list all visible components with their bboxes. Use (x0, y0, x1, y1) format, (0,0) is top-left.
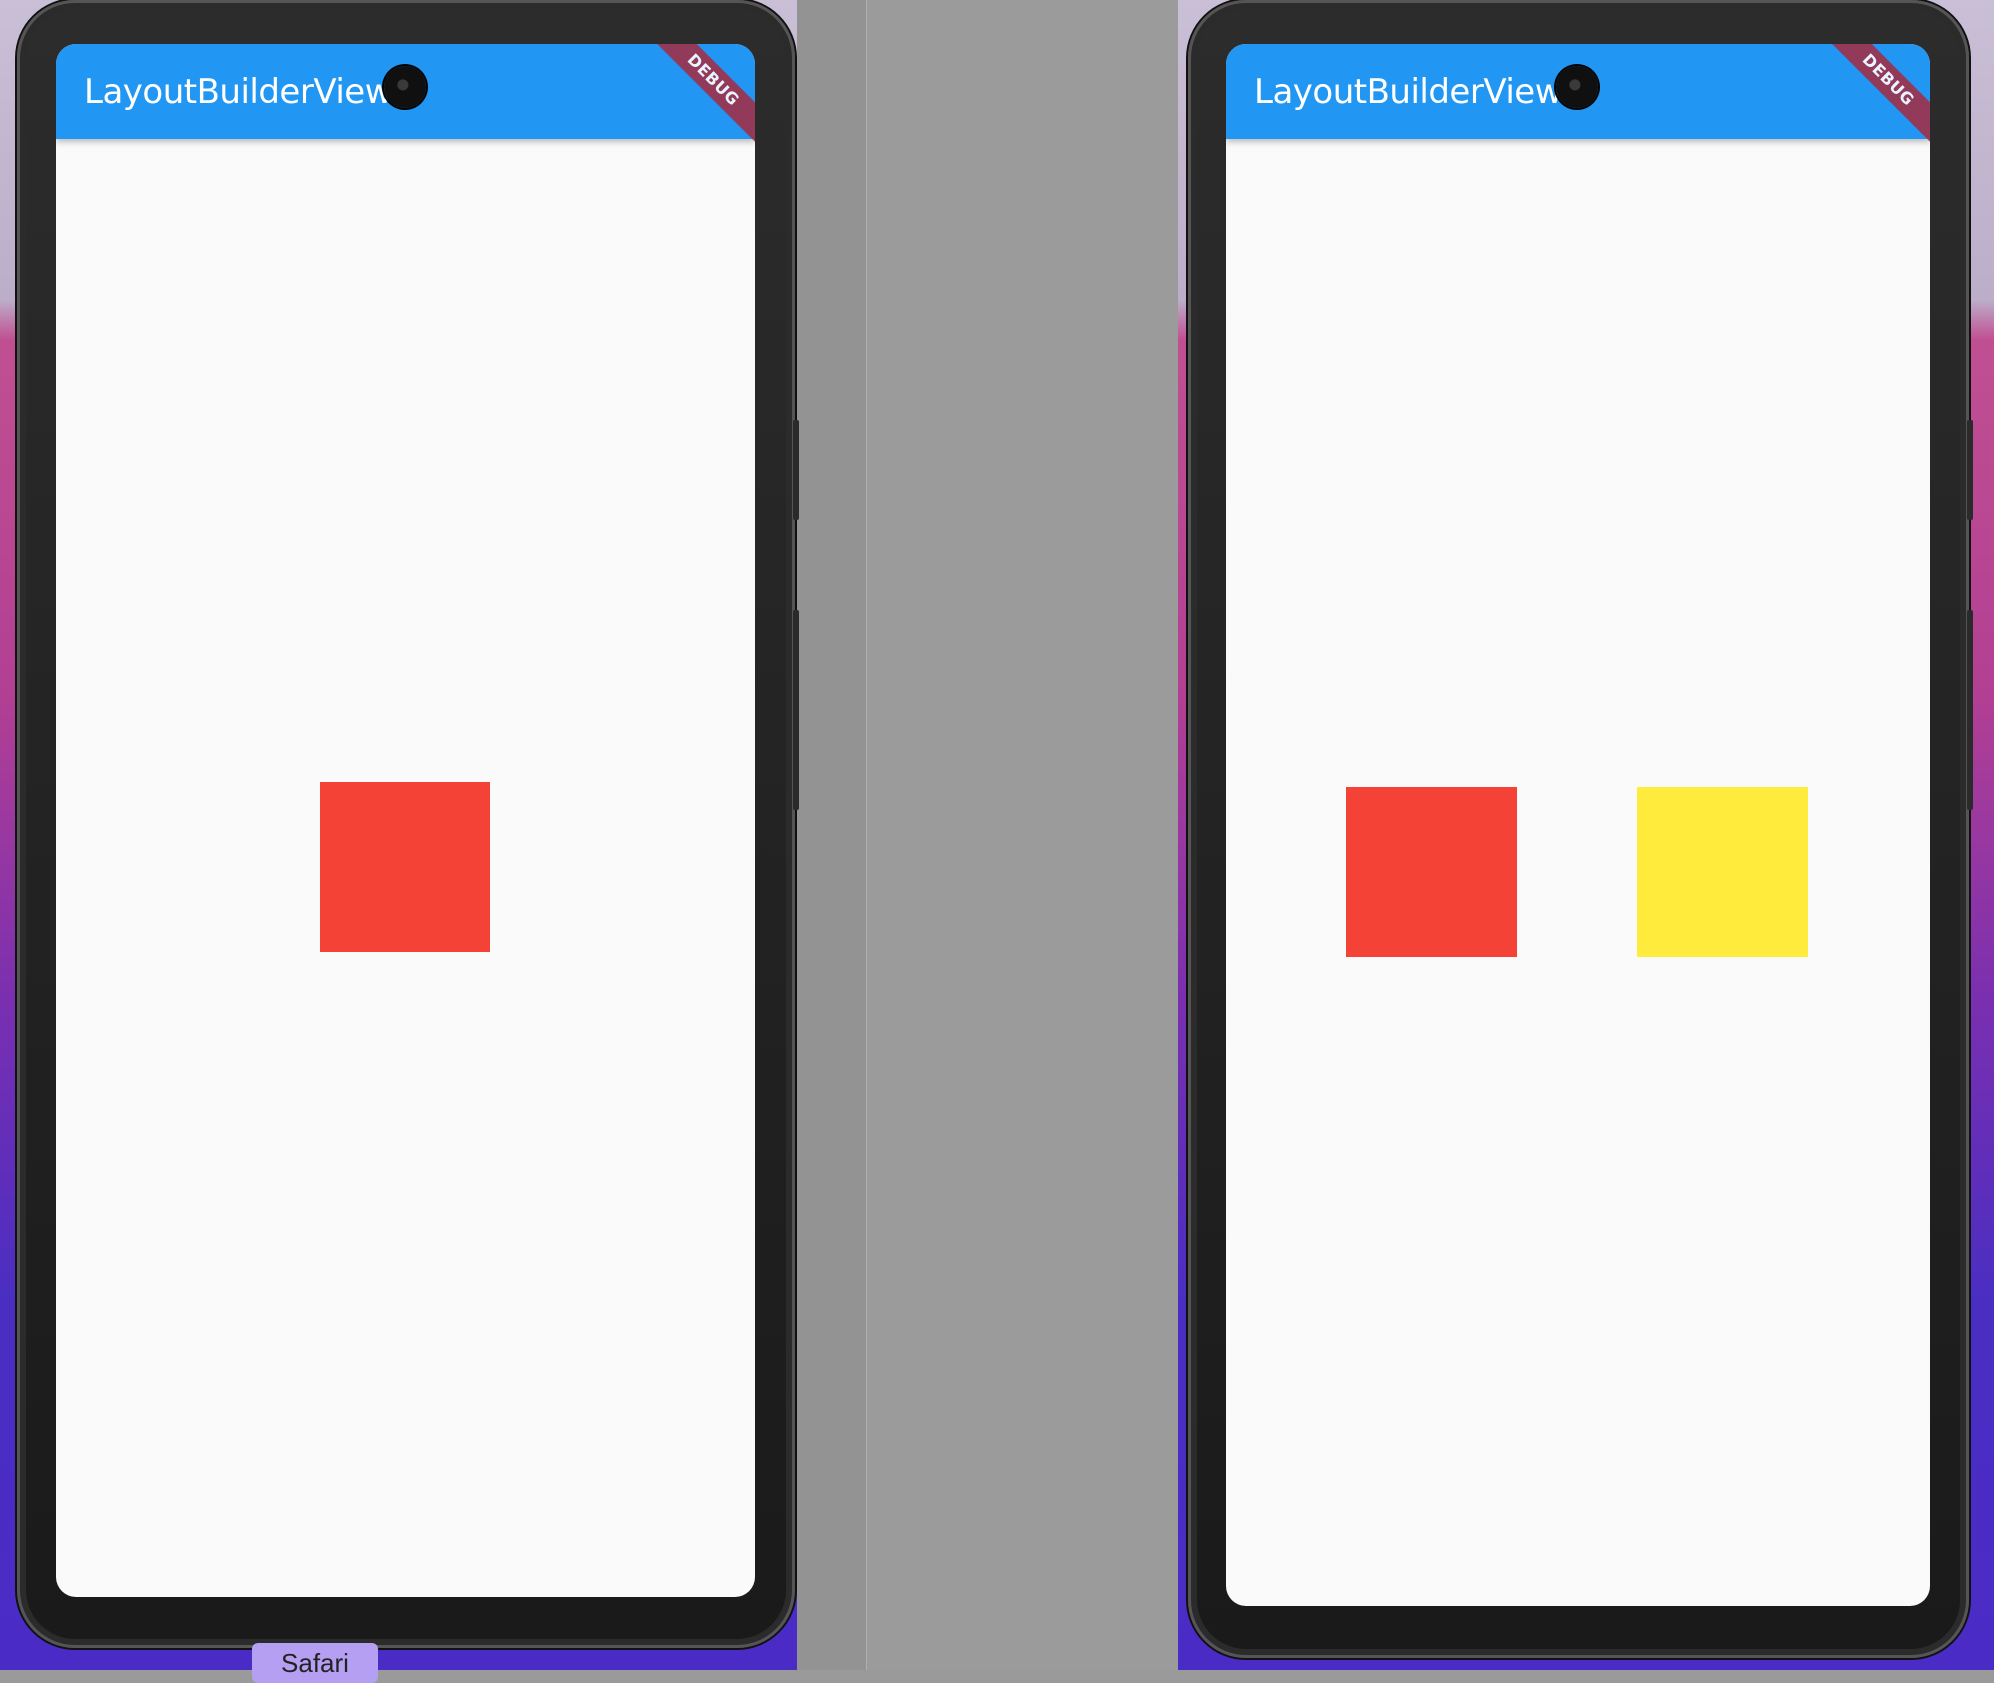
background-window-panel (866, 0, 1179, 1670)
power-button[interactable] (1967, 420, 1973, 520)
emulator-phone-1: LayoutBuilderView DEBUG (17, 0, 799, 1648)
front-camera-icon (384, 66, 426, 108)
dock-tooltip-safari[interactable]: Safari (252, 1643, 378, 1683)
app-bar-title: LayoutBuilderView (1254, 72, 1563, 112)
power-button[interactable] (793, 420, 799, 520)
debug-banner: DEBUG (1821, 44, 1930, 147)
phone-2-screen: LayoutBuilderView DEBUG (1226, 44, 1930, 1606)
yellow-box (1637, 787, 1808, 957)
emulator-phone-2: LayoutBuilderView DEBUG (1188, 0, 1973, 1658)
volume-button[interactable] (793, 610, 799, 810)
front-camera-icon (1556, 66, 1598, 108)
red-box (320, 782, 490, 952)
phone-1-screen: LayoutBuilderView DEBUG (56, 44, 755, 1597)
app-bar-title: LayoutBuilderView (84, 72, 393, 112)
red-box (1346, 787, 1517, 957)
desktop-gap (797, 0, 866, 1670)
debug-banner: DEBUG (646, 44, 755, 147)
volume-button[interactable] (1967, 610, 1973, 810)
